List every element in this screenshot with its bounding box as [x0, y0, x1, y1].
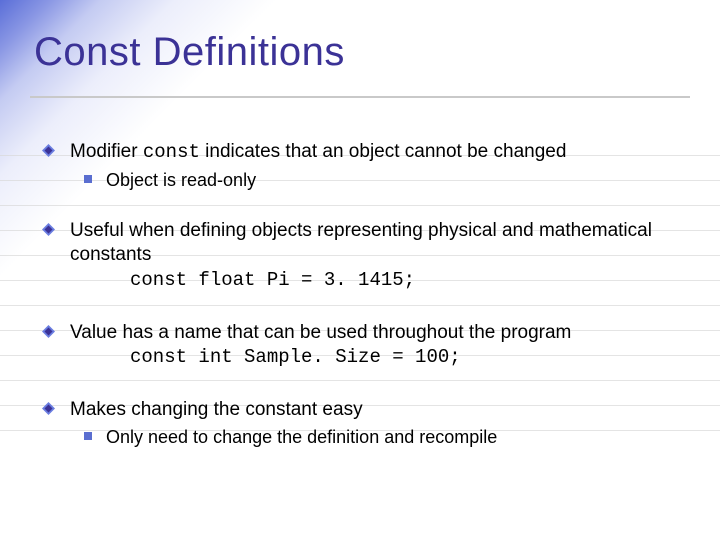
diamond-bullet-icon [42, 402, 55, 415]
diamond-bullet-icon [42, 325, 55, 338]
square-bullet-icon [84, 432, 92, 440]
bullet-1-sub-text: Object is read-only [106, 170, 256, 190]
diamond-bullet-icon [42, 223, 55, 236]
bullet-3: Value has a name that can be used throug… [70, 321, 680, 371]
bullet-2-code: const float Pi = 3. 1415; [130, 269, 680, 293]
bullet-1-post: indicates that an object cannot be chang… [200, 141, 567, 162]
bullet-3-code: const int Sample. Size = 100; [130, 346, 680, 370]
title-divider [30, 96, 690, 98]
square-bullet-icon [84, 175, 92, 183]
slide-body: Modifier const indicates that an object … [70, 140, 680, 476]
bullet-4: Makes changing the constant easy Only ne… [70, 398, 680, 448]
bullet-4-sub: Only need to change the definition and r… [106, 426, 680, 449]
bullet-2: Useful when defining objects representin… [70, 219, 680, 292]
slide: Const Definitions Modifier const indicat… [0, 0, 720, 540]
bullet-2-text: Useful when defining objects representin… [70, 219, 680, 267]
bullet-4-text: Makes changing the constant easy [70, 398, 680, 422]
const-keyword: const [143, 141, 200, 163]
bullet-1-text: Modifier const indicates that an object … [70, 141, 566, 162]
bullet-1-pre: Modifier [70, 141, 143, 162]
bullet-1: Modifier const indicates that an object … [70, 140, 680, 191]
bullet-3-text: Value has a name that can be used throug… [70, 321, 680, 345]
bullet-1-sub: Object is read-only [106, 169, 680, 192]
bullet-4-sub-text: Only need to change the definition and r… [106, 427, 497, 447]
diamond-bullet-icon [42, 144, 55, 157]
slide-title: Const Definitions [34, 30, 345, 75]
